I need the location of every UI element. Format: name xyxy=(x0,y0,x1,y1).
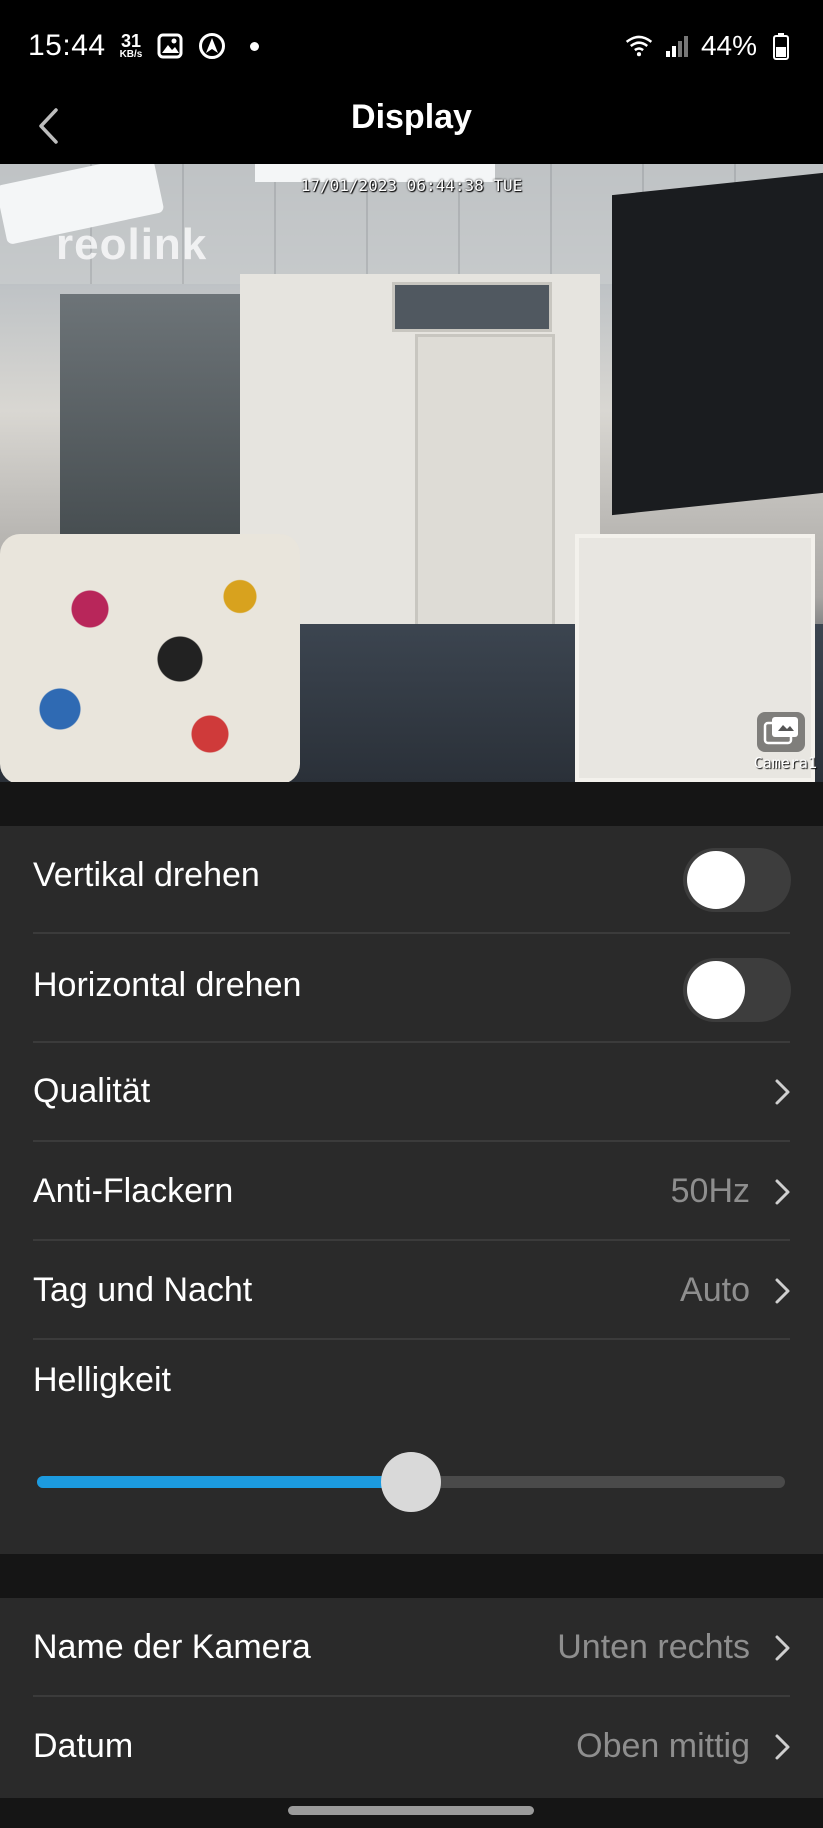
display-settings-group: Vertikal drehen Horizontal drehen Qualit… xyxy=(0,826,823,1554)
chevron-right-icon xyxy=(771,1277,793,1305)
network-speed: 31 KB/s xyxy=(120,32,143,60)
day-night-label: Tag und Nacht xyxy=(33,1271,253,1309)
horizontal-flip-label: Horizontal drehen xyxy=(33,966,302,1004)
row-date[interactable]: Datum Oben mittig xyxy=(0,1697,823,1796)
divider xyxy=(33,932,790,934)
camera-switch-icon xyxy=(763,715,799,750)
network-speed-value: 31 xyxy=(120,31,141,51)
day-night-value: Auto xyxy=(680,1271,750,1309)
brightness-slider[interactable] xyxy=(37,1452,785,1512)
camera-preview[interactable]: 17/01/2023 06:44:38 TUE reolink Camera1 xyxy=(0,164,823,782)
row-anti-flicker[interactable]: Anti-Flackern 50Hz xyxy=(0,1142,823,1241)
signal-icon xyxy=(663,32,691,60)
row-camera-name[interactable]: Name der Kamera Unten rechts xyxy=(0,1598,823,1697)
chevron-right-icon xyxy=(771,1178,793,1206)
chevron-right-icon xyxy=(771,1078,793,1106)
horizontal-flip-toggle[interactable] xyxy=(683,958,791,1022)
status-time: 15:44 xyxy=(28,29,106,62)
date-label: Datum xyxy=(33,1727,134,1765)
wifi-icon xyxy=(625,32,653,60)
camera-timestamp: 17/01/2023 06:44:38 TUE xyxy=(300,176,523,195)
row-horizontal-flip[interactable]: Horizontal drehen xyxy=(0,936,823,1035)
divider xyxy=(33,1338,790,1340)
anti-flicker-label: Anti-Flackern xyxy=(33,1172,234,1210)
location-icon xyxy=(198,32,226,60)
slider-thumb[interactable] xyxy=(381,1452,441,1512)
camera-switch-button[interactable] xyxy=(757,712,805,752)
camera-name-label: Name der Kamera xyxy=(33,1628,311,1666)
date-value: Oben mittig xyxy=(576,1727,750,1765)
gallery-icon xyxy=(156,32,184,60)
camera-logo: reolink xyxy=(56,220,208,269)
app-bar: Display xyxy=(0,92,823,164)
camera-name-overlay: Camera1 xyxy=(753,754,817,772)
battery-icon xyxy=(767,32,795,60)
notification-dot-icon xyxy=(240,32,268,60)
page-title: Display xyxy=(351,98,472,136)
section-gap xyxy=(0,782,823,826)
row-day-night[interactable]: Tag und Nacht Auto xyxy=(0,1241,823,1340)
vertical-flip-label: Vertikal drehen xyxy=(33,856,260,894)
row-quality[interactable]: Qualität xyxy=(0,1042,823,1141)
chevron-right-icon xyxy=(771,1634,793,1662)
overlay-settings-group: Name der Kamera Unten rechts Datum Oben … xyxy=(0,1598,823,1798)
anti-flicker-value: 50Hz xyxy=(670,1172,750,1210)
camera-name-value: Unten rechts xyxy=(557,1628,750,1666)
vertical-flip-toggle[interactable] xyxy=(683,848,791,912)
battery-percent: 44% xyxy=(700,30,757,61)
home-indicator[interactable] xyxy=(288,1806,534,1815)
brightness-label: Helligkeit xyxy=(33,1361,171,1399)
slider-fill xyxy=(37,1476,411,1488)
network-speed-unit: KB/s xyxy=(119,49,143,60)
chevron-right-icon xyxy=(771,1733,793,1761)
status-bar: 15:44 31 KB/s 44% xyxy=(0,0,823,92)
row-vertical-flip[interactable]: Vertikal drehen xyxy=(0,826,823,925)
quality-label: Qualität xyxy=(33,1072,151,1110)
